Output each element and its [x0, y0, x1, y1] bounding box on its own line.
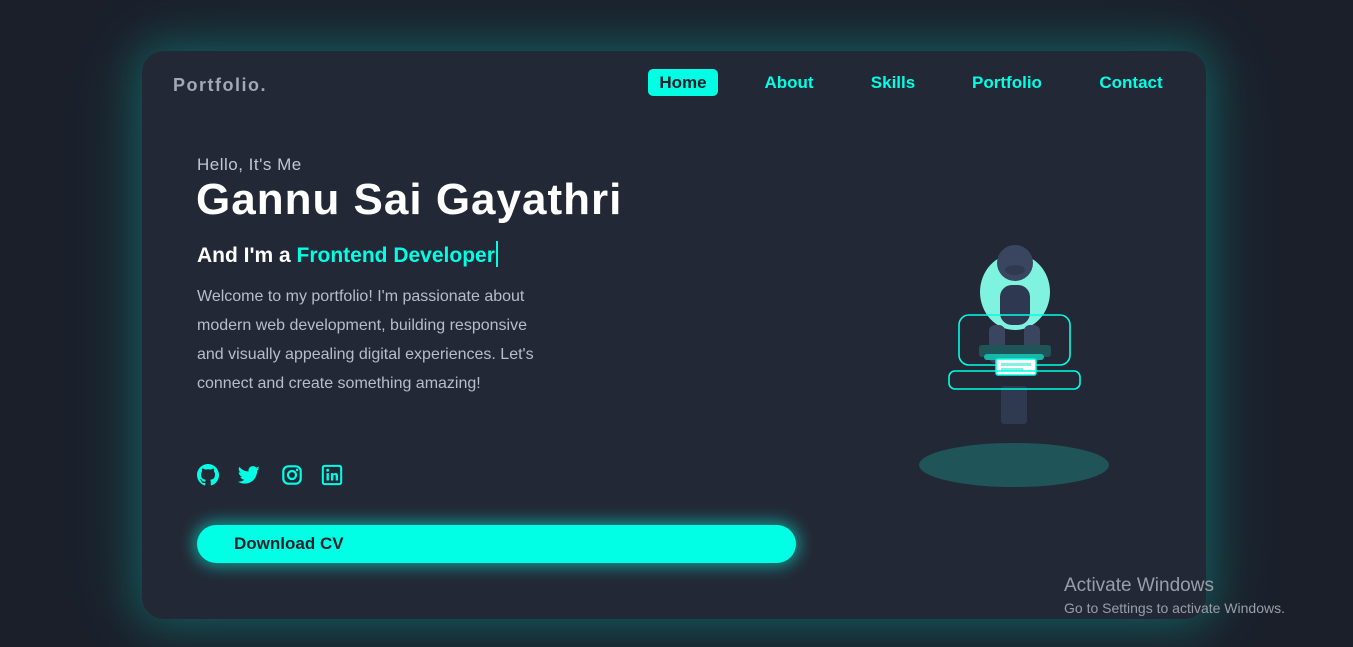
developer-at-laptop-illustration: [919, 245, 1109, 487]
instagram-icon[interactable]: [281, 464, 303, 486]
hero-card: Portfolio. Home About Skills Portfolio C…: [142, 51, 1206, 619]
nav-portfolio[interactable]: Portfolio: [967, 69, 1047, 96]
typing-caret: [495, 241, 498, 267]
download-cv-button[interactable]: Download CV: [197, 525, 796, 563]
role-prefix: And I'm a: [197, 244, 297, 267]
nav-home[interactable]: Home: [648, 69, 718, 96]
twitter-icon[interactable]: [238, 464, 260, 486]
watermark-title: Activate Windows: [1064, 575, 1214, 596]
greeting-text: Hello, It's Me: [197, 155, 302, 174]
developer-illustration: [917, 241, 1117, 491]
nav-skills[interactable]: Skills: [868, 69, 918, 96]
page: Portfolio. Home About Skills Portfolio C…: [0, 0, 1353, 647]
watermark-subtitle: Go to Settings to activate Windows.: [1064, 600, 1285, 616]
main-nav: Home About Skills Portfolio Contact: [142, 69, 1206, 97]
intro-description: Welcome to my portfolio! I'm passionate …: [197, 288, 534, 392]
role-highlight: Frontend Developer: [296, 244, 495, 267]
nav-about[interactable]: About: [759, 69, 819, 96]
github-icon[interactable]: [197, 464, 219, 486]
activate-windows-watermark: Activate Windows Go to Settings to activ…: [1064, 574, 1285, 618]
nav-contact[interactable]: Contact: [1095, 69, 1167, 96]
linkedin-icon[interactable]: [321, 464, 343, 486]
hero-name: Gannu Sai Gayathri: [196, 175, 623, 224]
role-line: And I'm a Frontend Developer: [197, 241, 498, 268]
